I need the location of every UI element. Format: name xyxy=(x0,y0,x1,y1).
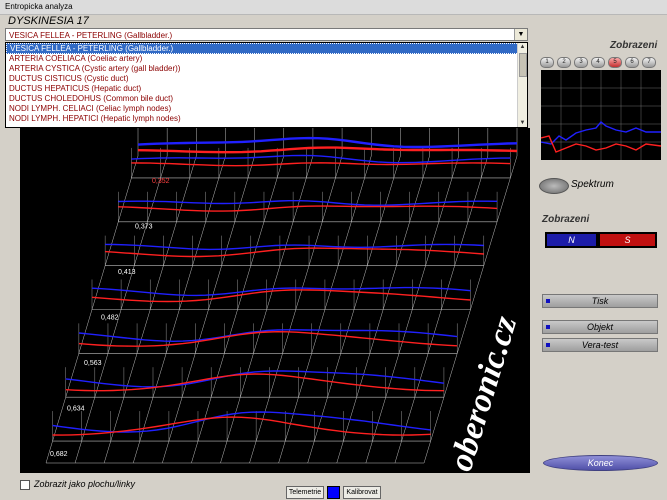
mini-button-1[interactable]: 1 xyxy=(540,57,554,68)
window-titlebar: Entropicka analyza xyxy=(0,0,667,15)
spectrum-label: Spektrum xyxy=(571,179,614,190)
row-value-label: 0,682 xyxy=(50,451,68,458)
list-item[interactable]: NODI LYMPH. HEPATICI (Hepatic lymph node… xyxy=(6,114,527,124)
vera-test-button[interactable]: Vera-test xyxy=(542,338,658,352)
exit-button[interactable]: Konec xyxy=(543,455,658,471)
organ-select-value: VESICA FELLEA - PETERLING (Gallbladder.) xyxy=(9,31,173,40)
telemetry-button[interactable]: Telemetrie xyxy=(286,486,324,499)
mini-button-7[interactable]: 7 xyxy=(642,57,656,68)
display-label: Zobrazeni xyxy=(542,214,590,225)
organ-dropdown-list[interactable]: VESICA FELLEA - PETERLING (Gallbladder.)… xyxy=(5,42,528,128)
mini-button-3[interactable]: 3 xyxy=(574,57,588,68)
watermark-text: oberonic.cz xyxy=(442,311,524,473)
mini-toolbar: 1 2 3 4 5 6 7 xyxy=(540,57,660,68)
list-item[interactable]: DUCTUS CISTICUS (Cystic duct) xyxy=(6,74,527,84)
list-item[interactable]: VESICA FELLEA - PETERLING (Gallbladder.) xyxy=(6,43,527,54)
page-title: DYSKINESIA 17 xyxy=(8,15,89,27)
row-value-label: 0,352 xyxy=(152,178,170,185)
row-value-label: 0,482 xyxy=(101,315,119,322)
s-toggle-button[interactable]: S xyxy=(598,232,657,248)
chevron-down-icon[interactable]: ▼ xyxy=(514,29,527,40)
scrollbar-thumb[interactable] xyxy=(519,53,527,77)
mini-button-5[interactable]: 5 xyxy=(608,57,622,68)
mini-preview-plot xyxy=(540,70,662,160)
print-button-label: Tisk xyxy=(591,296,609,306)
calibrate-button[interactable]: Kalibrovat xyxy=(343,486,381,499)
list-item[interactable]: NODI LYMPH. CELIACI (Celiac lymph nodes) xyxy=(6,104,527,114)
object-button[interactable]: Objekt xyxy=(542,320,658,334)
entropy-3d-plot: 0,352 0,373 0,413 0,482 0,563 0,634 0,682 ober… xyxy=(20,128,530,475)
color-swatch[interactable] xyxy=(327,486,340,499)
mini-button-6[interactable]: 6 xyxy=(625,57,639,68)
object-button-label: Objekt xyxy=(586,322,613,332)
vera-test-button-label: Vera-test xyxy=(581,340,619,350)
mini-plot-canvas xyxy=(540,70,662,160)
plot-curves xyxy=(52,136,518,436)
mini-button-4[interactable]: 4 xyxy=(591,57,605,68)
bullet-icon xyxy=(546,343,550,347)
surface-lines-label: Zobrazit jako plochu/linky xyxy=(34,479,136,489)
display-label-top: Zobrazeni xyxy=(610,40,658,51)
surface-lines-checkbox[interactable] xyxy=(20,480,30,490)
row-value-label: 0,373 xyxy=(135,224,153,231)
list-item[interactable]: DUCTUS CHOLEDOHUS (Common bile duct) xyxy=(6,94,527,104)
chevron-down-icon[interactable]: ▼ xyxy=(518,119,527,127)
plot-canvas: 0,352 0,373 0,413 0,482 0,563 0,634 0,682 ober… xyxy=(45,128,525,475)
bullet-icon xyxy=(546,299,550,303)
row-value-label: 0,413 xyxy=(118,269,136,276)
list-item[interactable]: ARTERIA CYSTICA (Cystic artery (gall bla… xyxy=(6,64,527,74)
spectrum-button[interactable] xyxy=(539,178,569,194)
bullet-icon xyxy=(546,325,550,329)
list-item[interactable]: DUCTUS HEPATICUS (Hepatic duct) xyxy=(6,84,527,94)
print-button[interactable]: Tisk xyxy=(542,294,658,308)
row-value-label: 0,634 xyxy=(67,406,85,413)
organ-select[interactable]: VESICA FELLEA - PETERLING (Gallbladder.)… xyxy=(5,28,528,41)
list-item[interactable]: ARTERIA COELIACA (Coeliac artery) xyxy=(6,54,527,64)
dropdown-scrollbar[interactable]: ▲ ▼ xyxy=(517,43,527,127)
plot-row-labels: 0,352 0,373 0,413 0,482 0,563 0,634 0,682 xyxy=(50,178,170,458)
mini-button-2[interactable]: 2 xyxy=(557,57,571,68)
window-title: Entropicka analyza xyxy=(5,2,73,11)
row-value-label: 0,563 xyxy=(84,360,102,367)
n-toggle-button[interactable]: N xyxy=(545,232,598,248)
chevron-up-icon[interactable]: ▲ xyxy=(518,43,527,51)
